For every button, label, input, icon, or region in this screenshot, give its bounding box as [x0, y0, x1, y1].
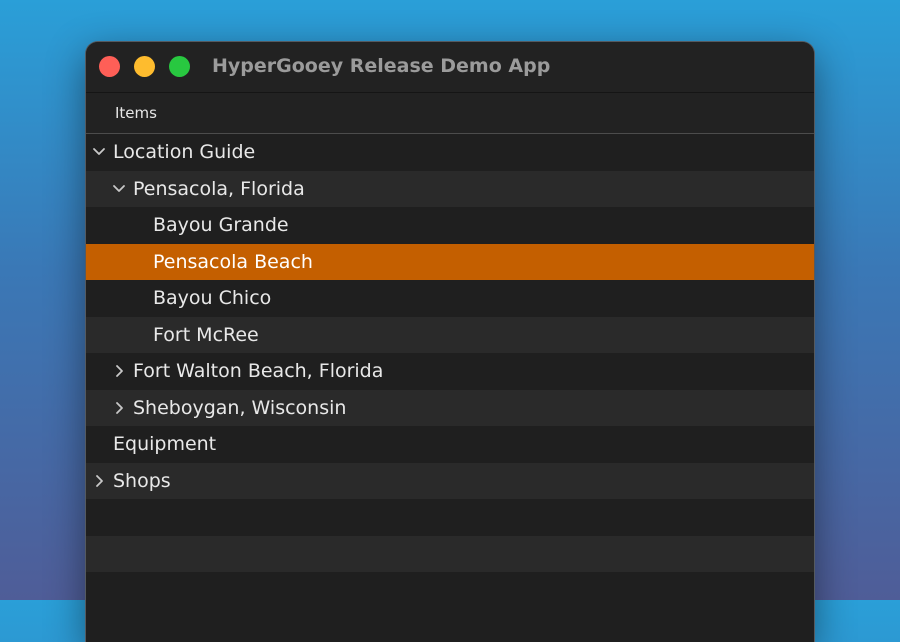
window-title: HyperGooey Release Demo App	[212, 55, 551, 77]
chevron-down-icon[interactable]	[112, 181, 126, 197]
column-header-row: Items	[86, 93, 814, 134]
outline-row[interactable]: Bayou Grande	[86, 207, 814, 244]
empty-row	[86, 499, 814, 536]
chevron-right-icon[interactable]	[112, 363, 126, 379]
chevron-right-icon[interactable]	[112, 400, 126, 416]
outline-row[interactable]: Shops	[86, 462, 814, 499]
outline-row[interactable]: Bayou Chico	[86, 280, 814, 317]
outline-row-label: Sheboygan, Wisconsin	[133, 396, 347, 419]
outline-row-label: Shops	[113, 469, 171, 492]
empty-row	[86, 572, 814, 609]
outline-row[interactable]: Pensacola Beach	[86, 243, 814, 280]
outline-row-label: Pensacola, Florida	[133, 177, 305, 200]
outline-row[interactable]: Equipment	[86, 426, 814, 463]
outline-row-label: Bayou Grande	[153, 214, 289, 236]
outline-row-label: Fort Walton Beach, Florida	[133, 360, 384, 382]
chevron-right-icon[interactable]	[92, 473, 106, 489]
zoom-window-button[interactable]	[169, 56, 190, 77]
outline-row[interactable]: Fort McRee	[86, 316, 814, 353]
outline-row[interactable]: Location Guide	[86, 134, 814, 171]
outline-view[interactable]: Location Guide Pensacola, Florida Bayou Gr…	[86, 134, 814, 609]
outline-row-label: Location Guide	[113, 141, 256, 163]
outline-row-label: Fort McRee	[153, 323, 259, 346]
outline-row-label: Bayou Chico	[153, 287, 272, 309]
empty-row	[86, 535, 814, 572]
column-header-items[interactable]: Items	[115, 104, 157, 122]
outline-row[interactable]: Sheboygan, Wisconsin	[86, 389, 814, 426]
chevron-down-icon[interactable]	[92, 144, 106, 160]
outline-row[interactable]: Pensacola, Florida	[86, 170, 814, 207]
minimize-window-button[interactable]	[134, 56, 155, 77]
close-window-button[interactable]	[99, 56, 120, 77]
outline-row-label: Pensacola Beach	[153, 250, 313, 273]
outline-row[interactable]: Fort Walton Beach, Florida	[86, 353, 814, 390]
title-bar[interactable]: HyperGooey Release Demo App	[86, 42, 814, 93]
outline-row-label: Equipment	[113, 433, 217, 455]
app-window: HyperGooey Release Demo App Items Locati…	[86, 42, 814, 642]
